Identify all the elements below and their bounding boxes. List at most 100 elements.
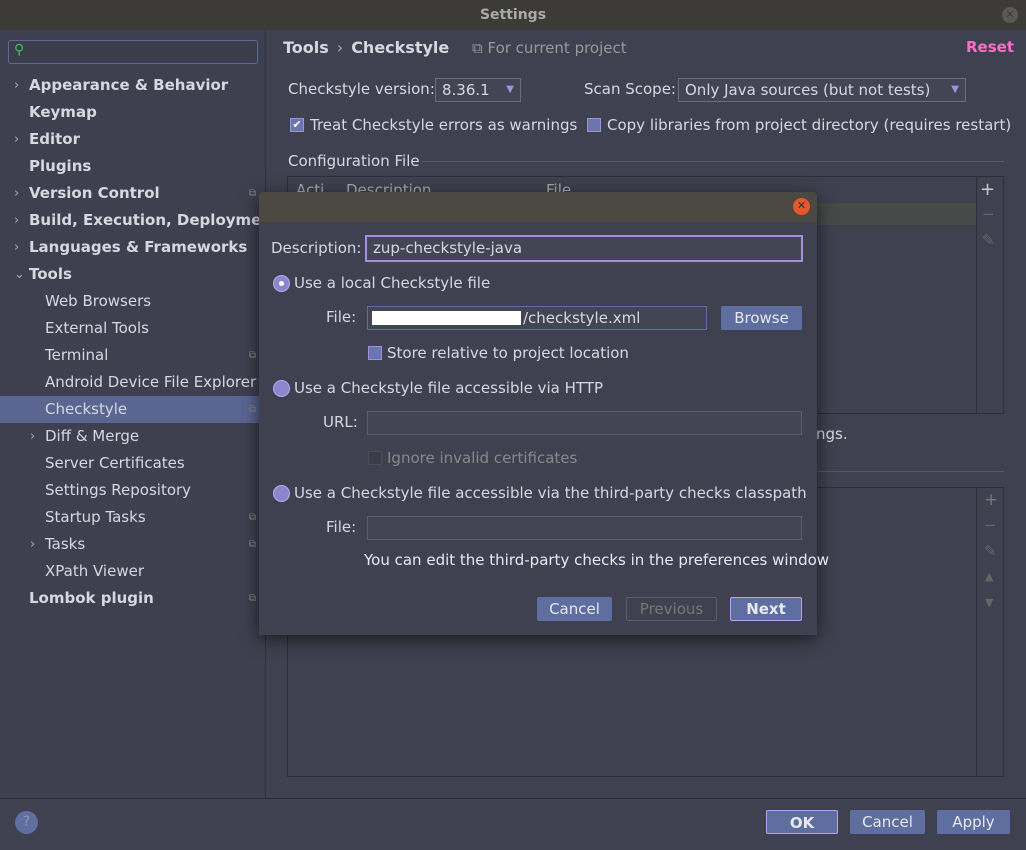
ok-button[interactable]: OK [766,810,838,834]
scan-scope-label: Scan Scope: [584,80,676,98]
sidebar-item-label: Diff & Merge [45,427,140,445]
sidebar-item-tasks[interactable]: › Tasks ⧉ [0,531,266,558]
scan-scope-value: Only Java sources (but not tests) [685,81,931,99]
sidebar-item-label: Keymap [29,103,97,121]
http-label: Use a Checkstyle file accessible via HTT… [294,379,604,397]
project-level-icon: ⧉ [248,512,256,523]
search-icon: ⚲ [14,42,25,58]
window-close-button[interactable]: ✕ [1002,7,1018,23]
add-icon[interactable]: + [984,490,998,510]
sidebar-item-label: Lombok plugin [29,589,154,607]
previous-button[interactable]: Previous [626,597,717,621]
sidebar-item-label: Tasks [45,535,86,553]
file-input[interactable]: /checkstyle.xml [367,306,707,330]
sidebar-item-build-execution-deployment[interactable]: › Build, Execution, Deployment [0,207,279,234]
project-level-icon: ⧉ [248,539,256,550]
sidebar-item-checkstyle[interactable]: Checkstyle ⧉ [0,396,266,423]
chevron-right-icon[interactable]: › [14,234,19,261]
sidebar-item-settings-repository[interactable]: Settings Repository [0,477,266,504]
help-button[interactable]: ? [15,811,38,834]
version-select[interactable]: 8.36.1 ▼ [435,78,521,102]
sidebar-item-tools[interactable]: ⌄ Tools [0,261,266,288]
search-input[interactable]: ⚲ [8,40,258,64]
sidebar-item-label: Checkstyle [45,400,128,418]
description-input[interactable]: zup-checkstyle-java [365,235,803,262]
sidebar-item-server-certificates[interactable]: Server Certificates [0,450,266,477]
next-button[interactable]: Next [730,597,802,621]
sidebar-item-label: Terminal [45,346,109,364]
store-relative-checkbox[interactable] [368,346,382,360]
apply-button[interactable]: Apply [937,810,1010,834]
treat-warnings-checkbox[interactable]: ✔ [290,118,304,132]
sidebar-item-label: Version Control [29,184,160,202]
edit-icon[interactable]: ✎ [982,231,995,249]
partial-text: ngs. [816,425,848,443]
sidebar-item-label: Server Certificates [45,454,185,472]
sidebar-item-label: Web Browsers [45,292,152,310]
sidebar-item-lombok-plugin[interactable]: Lombok plugin ⧉ [0,585,266,612]
cp-file-input[interactable] [367,516,802,540]
move-down-icon[interactable]: ▼ [985,596,993,609]
project-level-icon: ⧉ [248,350,256,361]
add-icon[interactable]: + [980,179,995,200]
move-up-icon[interactable]: ▲ [985,570,993,583]
sidebar-item-label: Editor [29,130,80,148]
sidebar-item-label: External Tools [45,319,149,337]
chevron-right-icon[interactable]: › [30,423,35,450]
sidebar-item-languages-frameworks[interactable]: › Languages & Frameworks [0,234,266,261]
project-level-icon: ⧉ [248,188,256,199]
sidebar-item-diff-merge[interactable]: › Diff & Merge [0,423,266,450]
sidebar-item-terminal[interactable]: Terminal ⧉ [0,342,266,369]
sidebar-item-xpath-viewer[interactable]: XPath Viewer [0,558,266,585]
treat-warnings-label: Treat Checkstyle errors as warnings [310,116,578,134]
dropdown-arrow-icon: ▼ [506,84,514,95]
cancel-button[interactable]: Cancel [850,810,925,834]
window-title: Settings [0,0,1026,30]
sidebar-item-plugins[interactable]: Plugins [0,153,266,180]
sidebar-item-label: Languages & Frameworks [29,238,248,256]
chevron-right-icon[interactable]: › [30,531,35,558]
scan-scope-select[interactable]: Only Java sources (but not tests) ▼ [678,78,966,102]
dialog-close-icon[interactable]: ✕ [793,198,810,215]
sidebar-item-label: Appearance & Behavior [29,76,229,94]
sidebar-item-external-tools[interactable]: External Tools [0,315,266,342]
sidebar-item-startup-tasks[interactable]: Startup Tasks ⧉ [0,504,266,531]
url-input[interactable] [367,411,802,435]
config-file-dialog: ✕ Description: zup-checkstyle-java Use a… [259,192,829,635]
reset-link[interactable]: Reset [966,38,1014,56]
edit-icon[interactable]: ✎ [984,542,997,560]
http-radio[interactable] [273,380,290,397]
remove-icon[interactable]: − [984,516,997,534]
sidebar-item-label: XPath Viewer [45,562,144,580]
sidebar-item-label: Settings Repository [45,481,192,499]
copy-libs-label: Copy libraries from project directory (r… [607,116,1012,134]
sidebar-item-label: Build, Execution, Deployment [29,211,280,229]
browse-button[interactable]: Browse [721,306,802,330]
sidebar-item-editor[interactable]: › Editor [0,126,266,153]
sidebar-item-label: Plugins [29,157,92,175]
local-file-radio[interactable] [273,275,290,292]
chevron-right-icon[interactable]: › [14,207,19,234]
sidebar-item-android-device-file-explorer[interactable]: Android Device File Explorer [0,369,266,396]
chevron-down-icon[interactable]: ⌄ [14,261,25,288]
chevron-right-icon[interactable]: › [14,126,19,153]
project-level-icon: ⧉ [248,404,256,415]
classpath-radio[interactable] [273,485,290,502]
chevron-right-icon[interactable]: › [14,72,19,99]
project-scope-note: ⧉ For current project [472,39,627,57]
sidebar-item-label: Android Device File Explorer [45,373,257,391]
sidebar-item-version-control[interactable]: › Version Control ⧉ [0,180,266,207]
chevron-right-icon[interactable]: › [14,180,19,207]
breadcrumb-checkstyle: Checkstyle [351,38,450,57]
sidebar-item-keymap[interactable]: Keymap [0,99,266,126]
sidebar-item-appearance-behavior[interactable]: › Appearance & Behavior [0,72,266,99]
sidebar-item-web-browsers[interactable]: Web Browsers [0,288,266,315]
config-file-title: Configuration File [288,152,420,170]
sidebar-item-label: Startup Tasks [45,508,146,526]
remove-icon[interactable]: − [982,205,995,223]
dialog-cancel-button[interactable]: Cancel [537,597,612,621]
url-label: URL: [323,413,358,431]
ignore-certs-label: Ignore invalid certificates [387,449,578,467]
copy-libs-checkbox[interactable] [587,118,601,132]
ignore-certs-checkbox[interactable] [368,451,382,465]
